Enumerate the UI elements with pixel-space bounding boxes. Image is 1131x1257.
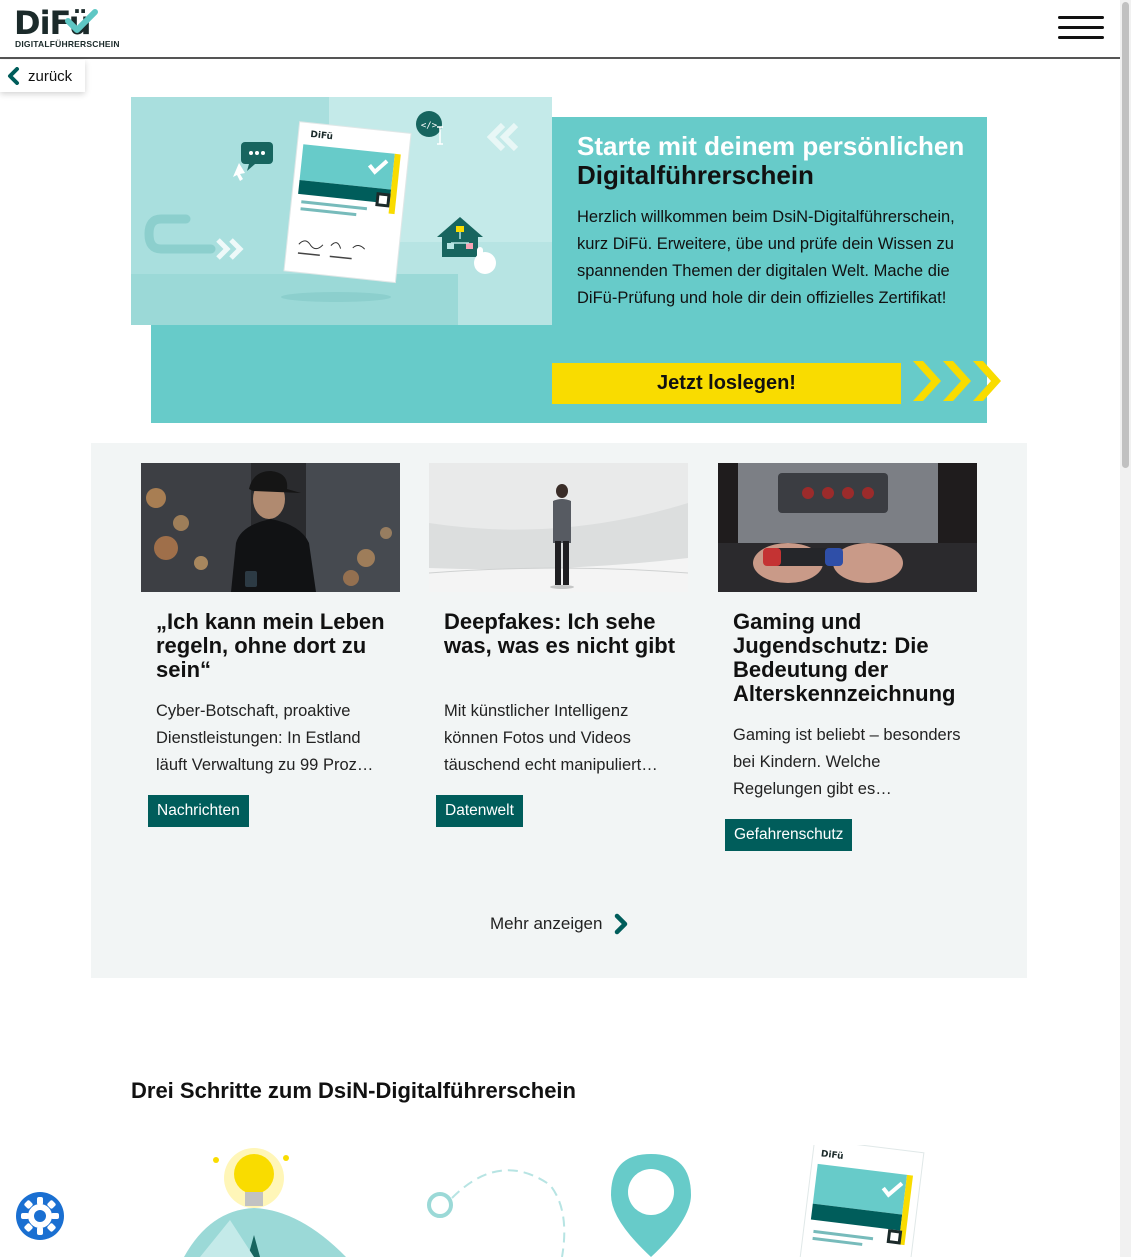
lightbulb-icon [184,1148,346,1257]
gear-icon [16,1192,64,1240]
cookie-settings-button[interactable] [15,1191,65,1241]
scrollbar-thumb[interactable] [1122,2,1129,468]
hero-description: Herzlich willkommen beim DsiN-Digitalfüh… [577,208,955,307]
certificate-icon: DiFü [797,1145,925,1257]
article-title[interactable]: „Ich kann mein Leben regeln, ohne dort z… [156,610,391,682]
article-title[interactable]: Deepfakes: Ich sehe was, was es nicht gi… [444,610,679,658]
article-excerpt: Gaming ist beliebt – besonders bei Kinde… [733,726,961,798]
route-path-icon [427,1169,566,1257]
news-section: „Ich kann mein Leben regeln, ohne dort z… [91,443,1027,978]
back-button[interactable]: zurück [0,60,85,92]
category-tag[interactable]: Nachrichten [148,795,249,827]
certificate-icon: DiFü [283,121,412,284]
hero-title-line1: Starte mit deinem persönlichen [577,131,965,161]
category-tag[interactable]: Datenwelt [436,795,523,827]
chevron-left-icon [8,67,19,85]
forward-chevrons-icon [913,361,1001,401]
article-card[interactable]: Deepfakes: Ich sehe was, was es nicht gi… [429,463,688,827]
svg-text:</>: </> [421,121,438,131]
hero-title-line2: Digitalführerschein [577,160,814,190]
article-image[interactable] [141,463,400,592]
article-card[interactable]: „Ich kann mein Leben regeln, ohne dort z… [141,463,400,827]
page-scrollbar[interactable] [1120,0,1131,1257]
article-title[interactable]: Gaming und Jugendschutz: Die Bedeutung d… [733,610,968,706]
article-image[interactable] [429,463,688,592]
steps-heading: Drei Schritte zum DsiN-Digitalführersche… [131,1078,576,1103]
show-more-link[interactable]: Mehr anzeigen [490,913,628,935]
hero-illustration: </> DiFü [131,97,552,325]
category-tag[interactable]: Gefahrenschutz [725,819,853,851]
start-now-button[interactable]: Jetzt loslegen! [552,363,901,404]
logo-subtitle: DIGITALFÜHRERSCHEIN [15,39,120,49]
show-more-label: Mehr anzeigen [490,914,603,933]
site-header: DiFü DIGITALFÜHRERSCHEIN [0,0,1120,59]
map-pin-icon [611,1154,691,1257]
chevron-right-icon [615,913,628,935]
checkmark-icon [65,9,98,33]
difue-logo[interactable]: DiFü DIGITALFÜHRERSCHEIN [14,4,120,52]
article-card[interactable]: Gaming und Jugendschutz: Die Bedeutung d… [718,463,977,851]
article-image[interactable] [718,463,977,592]
hero-title: Starte mit deinem persönlichen Digitalfü… [577,132,977,190]
article-excerpt: Cyber-Botschaft, proaktive Dienstleistun… [156,702,374,774]
back-label: zurück [28,67,73,85]
article-excerpt: Mit künstlicher Intelligenz können Fotos… [444,702,658,774]
hamburger-menu-icon[interactable] [1058,16,1104,44]
